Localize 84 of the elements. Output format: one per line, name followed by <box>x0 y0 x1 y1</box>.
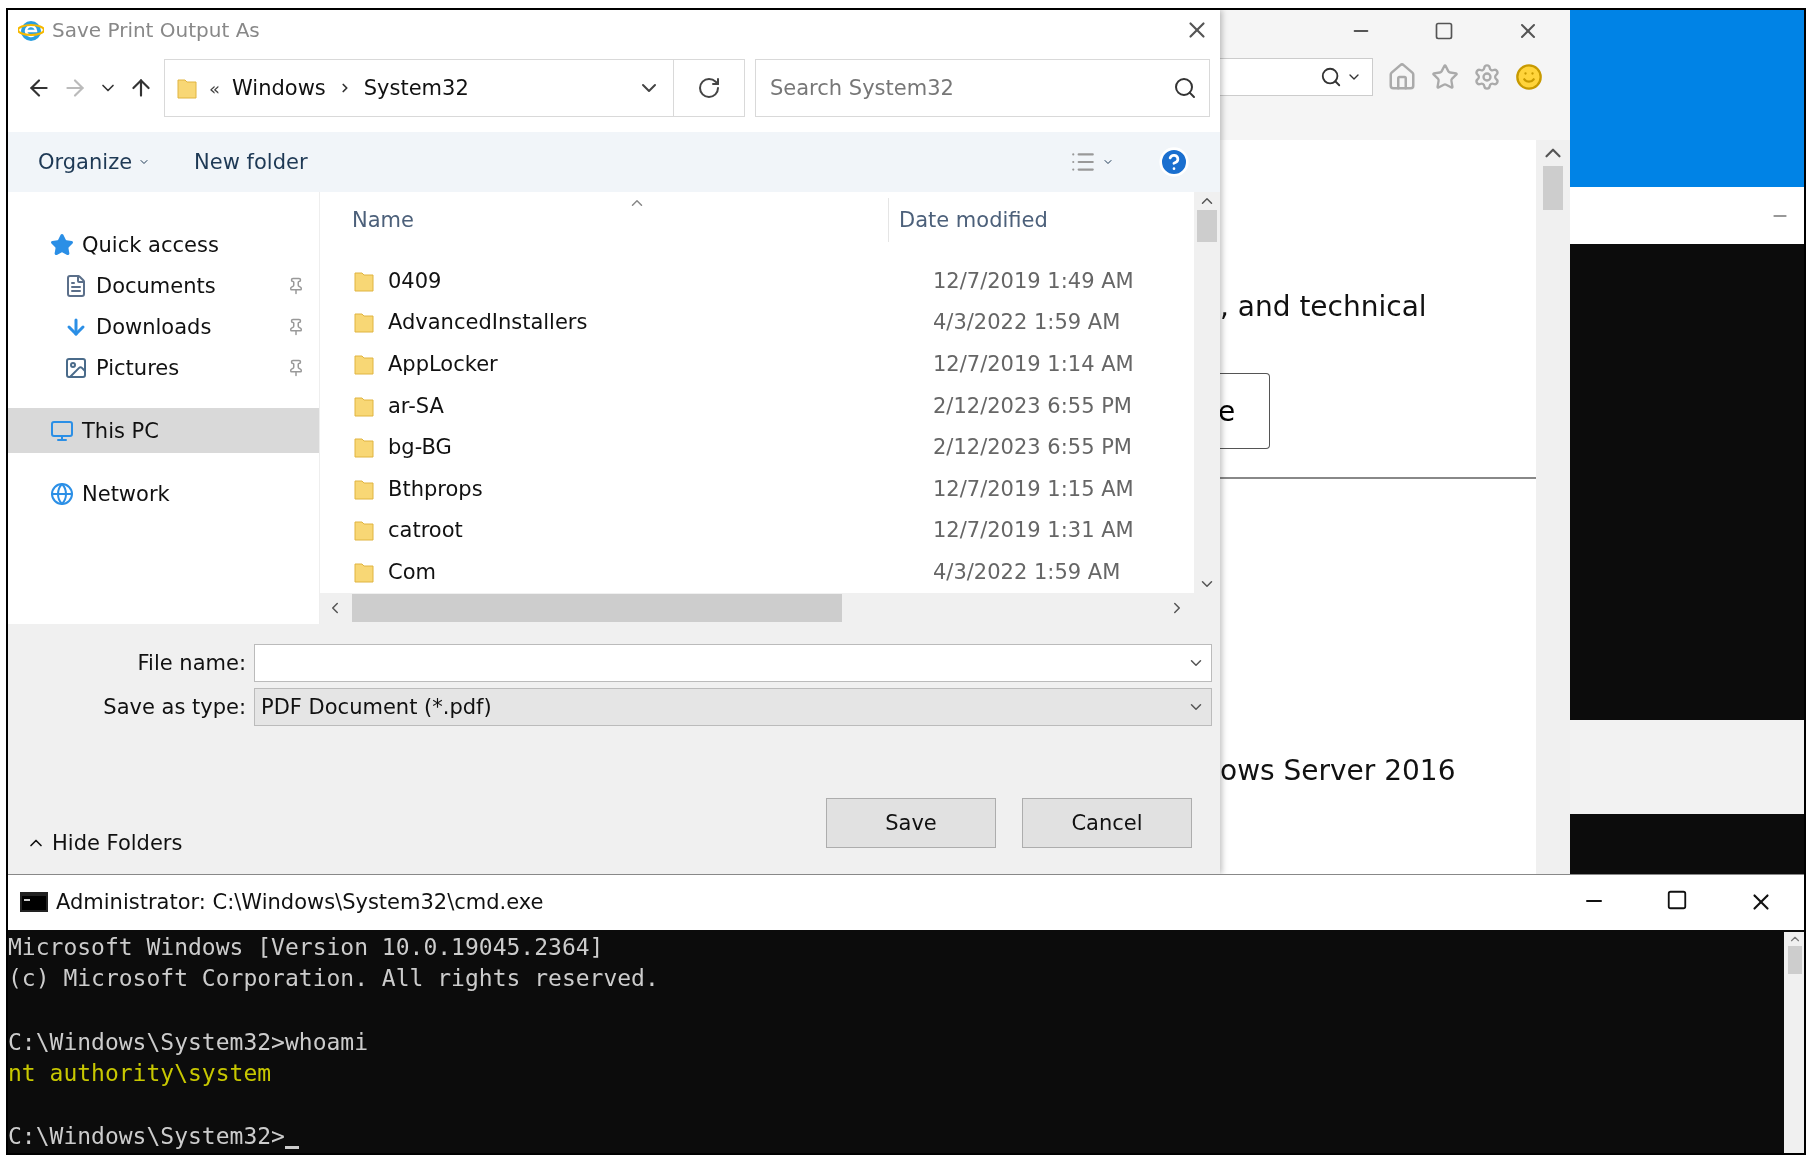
console-line: C:\Windows\System32>whoami <box>8 1027 369 1057</box>
file-row[interactable]: AppLocker 12/7/2019 1:14 AM <box>320 343 1194 385</box>
overflow-chevron[interactable]: « <box>209 77 220 99</box>
console-line: (c) Microsoft Corporation. All rights reserved. <box>8 964 659 994</box>
window-title: Save Print Output As <box>52 18 261 42</box>
maximize-icon[interactable] <box>1666 889 1688 912</box>
scrollbar-thumb[interactable] <box>1788 945 1802 974</box>
scrollbar-thumb[interactable] <box>1197 210 1217 242</box>
folder-icon <box>354 477 374 500</box>
nav-item[interactable]: Documents <box>8 265 319 306</box>
maximize-icon[interactable] <box>1434 21 1454 41</box>
refresh-button[interactable] <box>673 59 745 117</box>
dialog-button[interactable]: Cancel <box>1022 798 1192 848</box>
folder-icon <box>354 436 374 459</box>
file-name: Bthprops <box>388 476 483 501</box>
file-row[interactable]: AdvancedInstallers 4/3/2022 1:59 AM <box>320 301 1194 344</box>
dialog-button[interactable]: Save <box>826 798 996 848</box>
nav-item[interactable]: Quick access <box>8 224 319 265</box>
file-date: 12/7/2019 1:49 AM <box>933 268 1134 293</box>
breadcrumb-item[interactable]: System32 <box>363 76 469 100</box>
folder-icon <box>354 269 374 292</box>
picture-icon <box>64 355 88 380</box>
file-row[interactable]: catroot 12/7/2019 1:31 AM <box>320 509 1194 552</box>
network-icon <box>50 481 74 506</box>
file-date: 12/7/2019 1:15 AM <box>933 476 1134 501</box>
search-icon <box>1320 66 1342 88</box>
file-date: 12/7/2019 1:31 AM <box>933 518 1134 543</box>
page-heading: ows Server 2016 <box>1220 754 1457 787</box>
file-date: 12/7/2019 1:14 AM <box>933 352 1134 376</box>
file-row[interactable]: ar-SA 2/12/2023 6:55 PM <box>320 384 1194 427</box>
folder-icon <box>354 353 374 375</box>
file-name: catroot <box>388 518 463 543</box>
window-title: Administrator: C:\Windows\System32\cmd.exe <box>56 890 545 915</box>
field-label: File name: <box>136 651 246 675</box>
file-row[interactable]: bg-BG 2/12/2023 6:55 PM <box>320 426 1194 468</box>
folder-icon <box>354 560 374 583</box>
nav-item[interactable]: Downloads <box>8 306 319 347</box>
page-button[interactable]: e <box>1218 373 1270 449</box>
folder-icon <box>354 311 374 334</box>
console-line: nt authority\system <box>8 1059 272 1089</box>
document-icon <box>64 273 88 298</box>
file-date: 4/3/2022 1:59 AM <box>933 559 1121 584</box>
folder-icon <box>354 519 374 542</box>
refresh-icon <box>697 76 721 100</box>
file-row[interactable]: 0409 12/7/2019 1:49 AM <box>320 260 1194 302</box>
folder-icon <box>354 394 374 417</box>
file-row[interactable]: Com 4/3/2022 1:59 AM <box>320 551 1194 593</box>
star-icon[interactable] <box>1431 63 1459 91</box>
breadcrumb-item[interactable]: Windows <box>232 76 326 100</box>
file-name: Com <box>388 559 436 584</box>
search-icon <box>1173 76 1197 100</box>
nav-item[interactable]: Network <box>8 473 319 514</box>
file-name: AdvancedInstallers <box>388 310 588 335</box>
star-icon <box>50 232 74 257</box>
console-line: Microsoft Windows [Version 10.0.19045.2364] <box>8 932 604 962</box>
scrollbar-thumb[interactable] <box>1543 166 1563 210</box>
toolbar-button[interactable]: Organize <box>38 150 151 174</box>
file-date: 4/3/2022 1:59 AM <box>933 310 1121 335</box>
file-name: bg-BG <box>388 435 452 460</box>
console-icon <box>20 892 48 913</box>
file-date: 2/12/2023 6:55 PM <box>933 435 1132 460</box>
hide-folders-button[interactable]: Hide Folders <box>26 831 800 855</box>
file-name-field[interactable] <box>254 644 1212 682</box>
computer-icon <box>50 418 74 443</box>
field-label: Save as type: <box>102 695 246 719</box>
save-type-dropdown[interactable]: PDF Document (*.pdf) <box>254 688 1212 726</box>
column-header[interactable]: Name <box>320 208 888 232</box>
file-row[interactable]: Bthprops 12/7/2019 1:15 AM <box>320 467 1194 510</box>
address-bar[interactable]: « Windows System32 <box>164 59 674 117</box>
address-field[interactable] <box>1218 58 1373 96</box>
column-header[interactable]: Date modified <box>889 208 1189 232</box>
toolbar-button[interactable]: New folder <box>194 150 308 174</box>
console-line: C:\Windows\System32> <box>8 1122 285 1152</box>
file-name: AppLocker <box>388 352 498 376</box>
nav-item[interactable]: This PC <box>8 408 319 453</box>
nav-item[interactable]: Pictures <box>8 347 319 388</box>
file-name: 0409 <box>388 268 442 293</box>
page-text: , and technical <box>1220 290 1428 323</box>
search-box[interactable]: Search System32 <box>755 59 1210 117</box>
file-date: 2/12/2023 6:55 PM <box>933 393 1132 418</box>
folder-icon <box>177 77 197 99</box>
scrollbar-thumb[interactable] <box>352 594 842 623</box>
help-icon[interactable] <box>1158 146 1190 178</box>
file-name: ar-SA <box>388 393 444 418</box>
